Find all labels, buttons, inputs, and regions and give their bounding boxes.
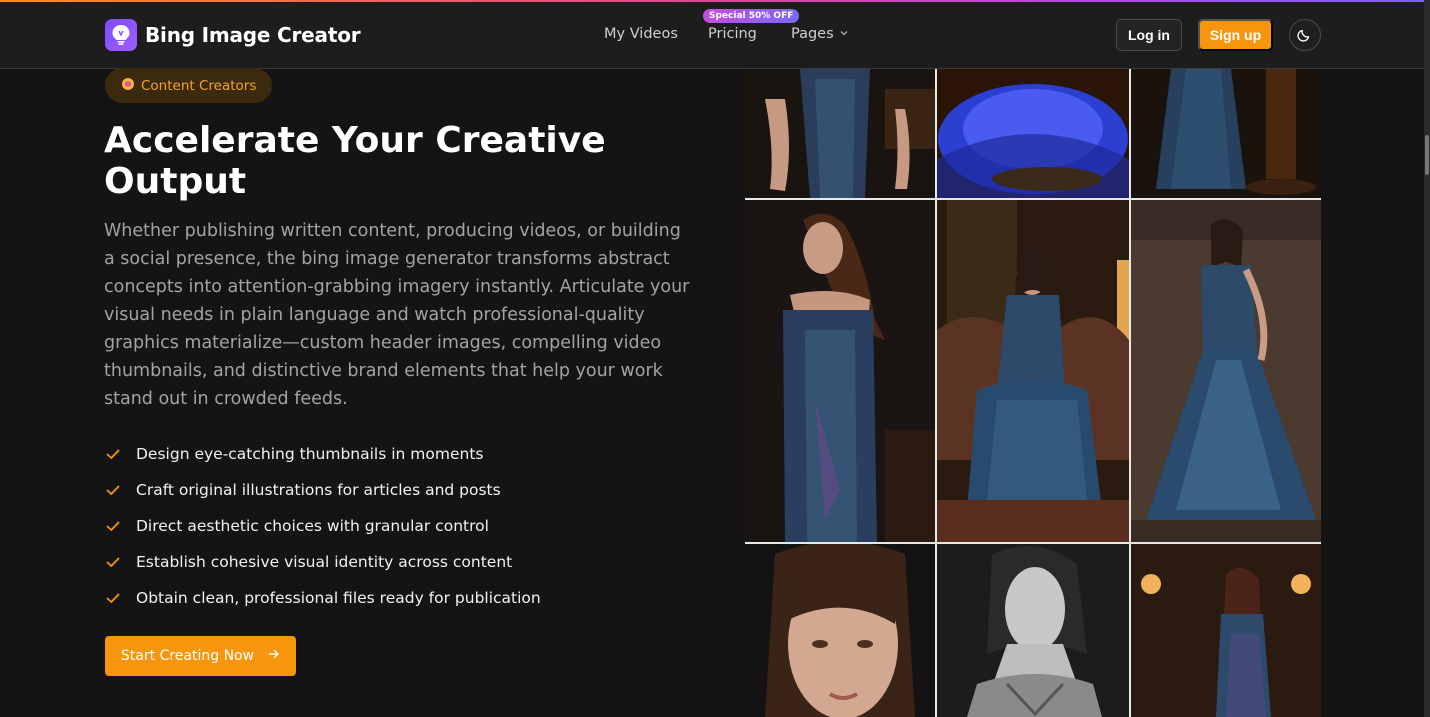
gallery-image[interactable] xyxy=(745,200,935,542)
scrollbar-thumb[interactable] xyxy=(1425,135,1429,175)
gallery-image[interactable] xyxy=(1131,69,1321,198)
gallery-image[interactable] xyxy=(1131,200,1321,542)
brand-name: Bing Image Creator xyxy=(145,23,361,47)
arrow-right-icon xyxy=(268,648,280,664)
site-header: Bing Image Creator My Videos Special 50%… xyxy=(0,2,1424,69)
feature-text: Design eye-catching thumbnails in moment… xyxy=(136,445,484,463)
page-title: Accelerate Your Creative Output xyxy=(104,120,606,202)
feature-text: Direct aesthetic choices with granular c… xyxy=(136,517,489,535)
feature-text: Craft original illustrations for article… xyxy=(136,481,501,499)
gallery-image[interactable] xyxy=(937,544,1129,717)
gallery-image[interactable] xyxy=(937,69,1129,198)
gallery-image[interactable] xyxy=(937,200,1129,542)
scrollbar-track[interactable] xyxy=(1424,0,1430,717)
hero-description: Whether publishing written content, prod… xyxy=(104,221,690,409)
start-creating-label: Start Creating Now xyxy=(120,648,255,664)
gallery-image[interactable] xyxy=(745,544,935,717)
gallery-image[interactable] xyxy=(745,69,935,198)
nav-my-videos[interactable]: My Videos xyxy=(604,26,678,42)
category-pill: Content Creators xyxy=(105,68,273,103)
check-icon xyxy=(106,449,120,459)
feature-item: Design eye-catching thumbnails in moment… xyxy=(105,436,541,472)
feature-item: Craft original illustrations for article… xyxy=(105,472,541,508)
category-pill-label: Content Creators xyxy=(141,77,257,94)
start-creating-button[interactable]: Start Creating Now xyxy=(105,636,296,676)
moon-icon xyxy=(1297,26,1313,45)
lightbulb-icon xyxy=(105,19,137,51)
brand-logo[interactable]: Bing Image Creator xyxy=(105,19,361,51)
check-icon xyxy=(106,557,120,567)
nav-pricing[interactable]: Pricing xyxy=(708,26,757,42)
feature-text: Obtain clean, professional files ready f… xyxy=(136,589,541,607)
image-gallery xyxy=(745,69,1321,717)
gallery-image[interactable] xyxy=(1131,544,1321,717)
nav-pages-dropdown[interactable]: Pages xyxy=(791,26,848,42)
check-icon xyxy=(106,485,120,495)
check-icon xyxy=(106,593,120,603)
feature-item: Establish cohesive visual identity acros… xyxy=(105,544,541,580)
signup-button[interactable]: Sign up xyxy=(1198,19,1273,51)
feature-item: Obtain clean, professional files ready f… xyxy=(105,580,541,616)
login-button[interactable]: Log in xyxy=(1116,19,1182,51)
chevron-down-icon xyxy=(840,29,848,39)
check-icon xyxy=(106,521,120,531)
brain-icon xyxy=(121,77,135,95)
theme-toggle-button[interactable] xyxy=(1289,19,1321,51)
promo-badge: Special 50% OFF xyxy=(703,9,800,23)
feature-text: Establish cohesive visual identity acros… xyxy=(136,553,513,571)
feature-item: Direct aesthetic choices with granular c… xyxy=(105,508,541,544)
nav-pages-label: Pages xyxy=(791,26,834,42)
feature-list: Design eye-catching thumbnails in moment… xyxy=(105,436,541,616)
